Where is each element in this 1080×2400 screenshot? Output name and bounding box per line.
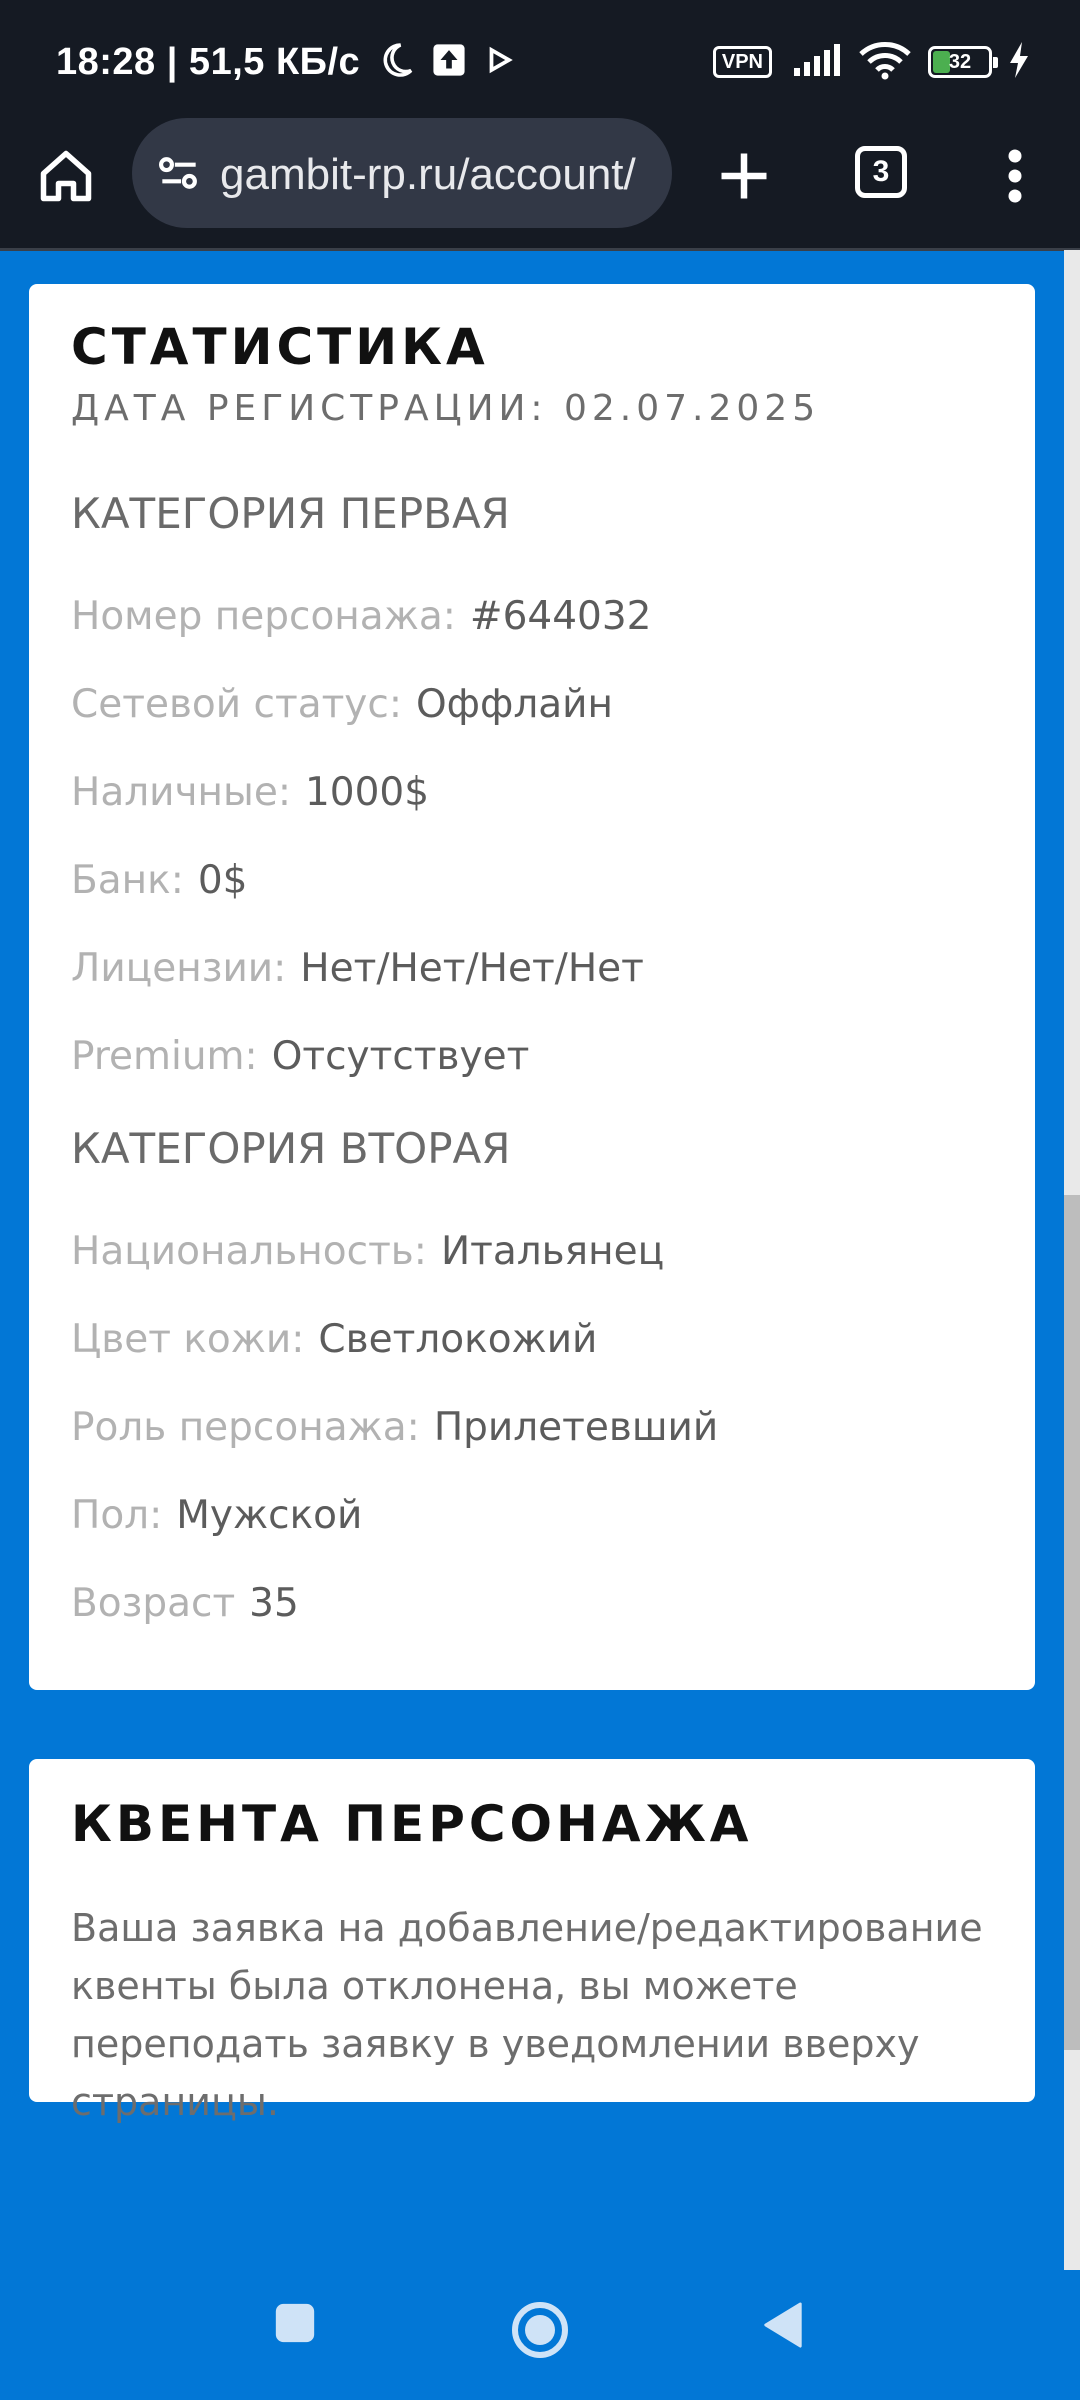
stat-row: Национальность: Итальянец (71, 1229, 664, 1274)
stat-row: Сетевой статус: Оффлайн (71, 682, 613, 727)
stat-value: Итальянец (440, 1229, 665, 1274)
wifi-icon (858, 40, 912, 85)
stat-row: Premium: Отсутствует (71, 1034, 529, 1079)
tab-switcher-button[interactable]: 3 (855, 146, 907, 198)
battery-indicator: 32 (928, 46, 998, 78)
recents-icon[interactable] (272, 2300, 318, 2351)
url-bar[interactable]: gambit-rp.ru/account/ (132, 118, 672, 228)
stat-row: Банк: 0$ (71, 858, 248, 903)
stat-row: Возраст 35 (71, 1581, 299, 1626)
statistics-title: СТАТИСТИКА (71, 318, 489, 376)
charging-icon (1008, 41, 1030, 84)
stat-label: Сетевой статус: (71, 682, 402, 727)
stat-label: Возраст (71, 1581, 236, 1626)
stat-label: Цвет кожи: (71, 1317, 305, 1362)
stat-row: Лицензии: Нет/Нет/Нет/Нет (71, 946, 644, 991)
stat-row: Цвет кожи: Светлокожий (71, 1317, 597, 1362)
stat-label: Номер персонажа: (71, 594, 456, 639)
category-second-title: КАТЕГОРИЯ ВТОРАЯ (71, 1124, 511, 1173)
stat-row: Наличные: 1000$ (71, 770, 429, 815)
stat-value: Мужской (176, 1493, 363, 1538)
stat-label: Premium: (71, 1034, 258, 1079)
stat-value: 0$ (197, 858, 248, 903)
stat-row: Роль персонажа: Прилетевший (71, 1405, 718, 1450)
plus-icon[interactable] (714, 146, 774, 206)
stat-label: Роль персонажа: (71, 1405, 420, 1450)
status-left: 18:28 | 51,5 КБ/с (56, 38, 514, 86)
signal-icon (792, 42, 844, 83)
stat-value: Светлокожий (318, 1317, 598, 1362)
battery-percent: 32 (948, 51, 972, 73)
stat-value: Оффлайн (415, 682, 614, 727)
more-vert-icon[interactable] (1000, 146, 1030, 206)
stat-value: #644032 (469, 594, 652, 639)
category-first-title: КАТЕГОРИЯ ПЕРВАЯ (71, 489, 510, 538)
stat-value: Нет/Нет/Нет/Нет (300, 946, 644, 991)
url-text[interactable]: gambit-rp.ru/account/ (220, 150, 665, 200)
stat-label: Наличные: (71, 770, 291, 815)
stat-label: Пол: (71, 1493, 163, 1538)
stat-value: Отсутствует (271, 1034, 530, 1079)
stat-label: Лицензии: (71, 946, 287, 991)
site-settings-icon[interactable] (154, 148, 204, 198)
play-icon (484, 45, 514, 80)
stat-row: Пол: Мужской (71, 1493, 362, 1538)
stat-value: 1000$ (304, 770, 430, 815)
stat-label: Банк: (71, 858, 184, 903)
stat-value: 35 (249, 1581, 299, 1626)
back-icon[interactable] (760, 2300, 806, 2355)
browser-toolbar: gambit-rp.ru/account/ 3 (0, 118, 1080, 251)
stat-value: Прилетевший (433, 1405, 719, 1450)
statistics-card: СТАТИСТИКА ДАТА РЕГИСТРАЦИИ: 02.07.2025 … (29, 284, 1035, 1690)
system-nav-bar (0, 2270, 1080, 2400)
upload-icon (432, 43, 466, 82)
home-icon[interactable] (36, 146, 96, 206)
registration-date: ДАТА РЕГИСТРАЦИИ: 02.07.2025 (71, 388, 821, 429)
stat-row: Номер персонажа: #644032 (71, 594, 651, 639)
status-right: VPN 32 (712, 40, 1030, 85)
quenta-card: КВЕНТА ПЕРСОНАЖА Ваша заявка на добавлен… (29, 1759, 1035, 2124)
stat-label: Национальность: (71, 1229, 427, 1274)
status-time-speed: 18:28 | 51,5 КБ/с (56, 40, 361, 83)
vpn-badge: VPN (712, 46, 772, 78)
quenta-title: КВЕНТА ПЕРСОНАЖА (71, 1795, 753, 1853)
page-scrollbar-thumb[interactable] (1064, 1195, 1080, 2050)
quenta-message: Ваша заявка на добавление/редактирование… (71, 1906, 983, 2124)
home-circle-icon[interactable] (510, 2300, 570, 2365)
status-bar: 18:28 | 51,5 КБ/с VPN 32 (0, 0, 1080, 118)
moon-icon (378, 42, 414, 83)
